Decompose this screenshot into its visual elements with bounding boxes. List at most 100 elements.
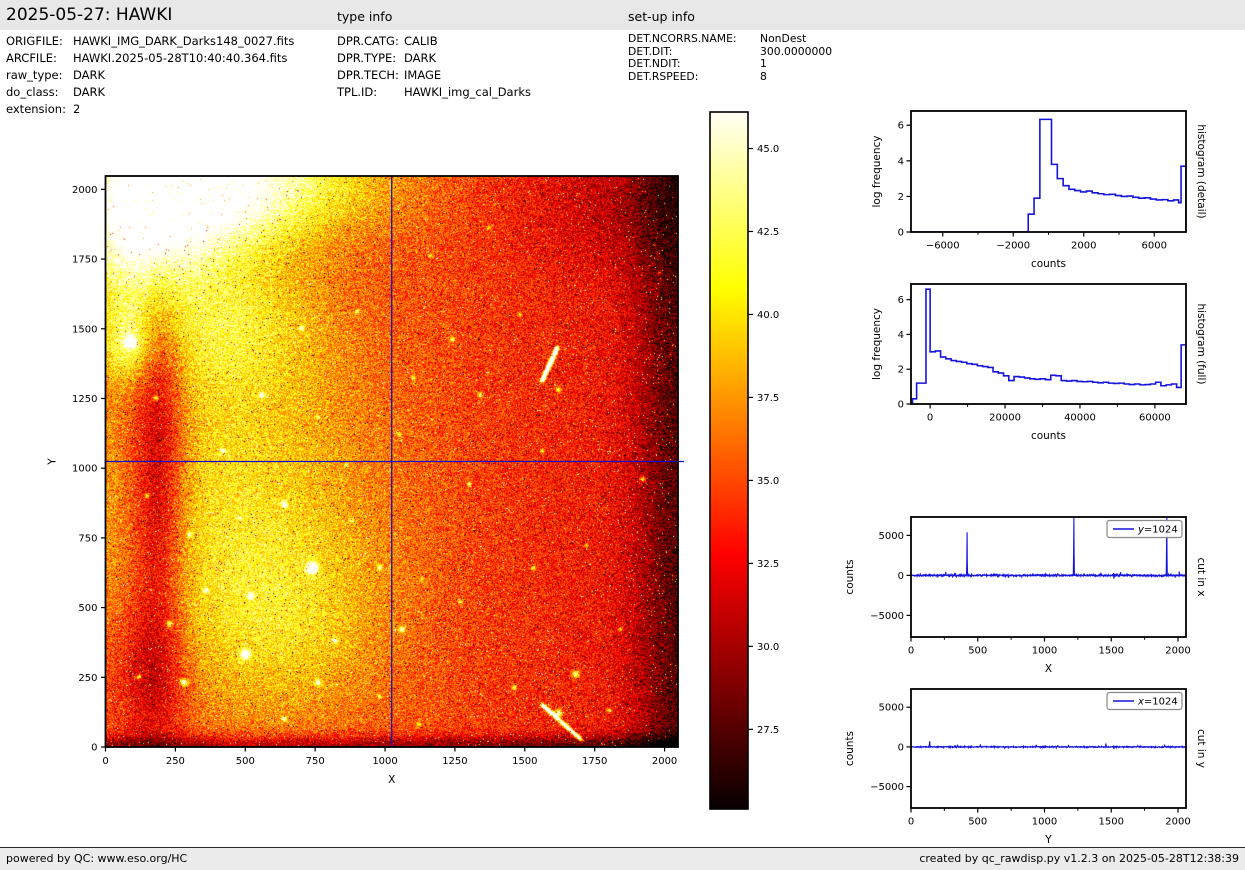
cut-in-x-chart: 0 500 1000 1500 2000 −5000 0 5000 Xcounts cut in … bbox=[844, 516, 1207, 675]
svg-text:1500: 1500 bbox=[1099, 817, 1124, 828]
histogram-full-series bbox=[911, 288, 1186, 404]
svg-text:6: 6 bbox=[898, 295, 904, 306]
info-value: HAWKI.2025-05-28T10:40:40.364.fits bbox=[73, 51, 288, 65]
svg-text:Y: Y bbox=[1044, 834, 1052, 846]
info-value: NonDest bbox=[760, 32, 807, 45]
svg-text:−5000: −5000 bbox=[870, 782, 904, 793]
svg-text:X: X bbox=[388, 774, 395, 786]
svg-text:2000: 2000 bbox=[72, 185, 97, 196]
svg-text:1500: 1500 bbox=[1099, 646, 1124, 657]
svg-text:log frequency: log frequency bbox=[871, 135, 883, 207]
footer-powered-by: powered by QC: www.eso.org/HC bbox=[6, 852, 188, 865]
info-label: DET.RSPEED: bbox=[628, 70, 699, 84]
svg-text:1250: 1250 bbox=[442, 756, 467, 767]
svg-text:40000: 40000 bbox=[1064, 413, 1096, 424]
info-row: TPL.ID: HAWKI_img_cal_Darks bbox=[337, 84, 531, 101]
svg-text:250: 250 bbox=[78, 673, 97, 684]
svg-text:42.5: 42.5 bbox=[757, 227, 779, 238]
svg-text:Y: Y bbox=[47, 458, 59, 466]
info-row: extension: 2 bbox=[6, 101, 294, 118]
svg-text:27.5: 27.5 bbox=[757, 725, 779, 736]
cut-in-x-legend: y=1024 bbox=[1106, 519, 1183, 539]
svg-text:0: 0 bbox=[898, 228, 904, 239]
svg-text:0: 0 bbox=[908, 646, 914, 657]
svg-text:cut in x: cut in x bbox=[1195, 557, 1207, 596]
svg-text:5000: 5000 bbox=[879, 703, 904, 714]
info-row: ARCFILE: HAWKI.2025-05-28T10:40:40.364.fi… bbox=[6, 50, 294, 67]
info-label: ORIGFILE: bbox=[6, 34, 63, 48]
info-label: DPR.TECH: bbox=[337, 68, 399, 82]
info-label: TPL.ID: bbox=[337, 85, 378, 99]
footer-bar: powered by QC: www.eso.org/HC created by… bbox=[0, 847, 1245, 870]
info-label: extension: bbox=[6, 102, 66, 116]
svg-text:−5000: −5000 bbox=[870, 611, 904, 622]
info-label: do_class: bbox=[6, 85, 59, 99]
info-row: DET.NCORRS.NAME: NonDest bbox=[628, 32, 832, 46]
info-value: CALIB bbox=[404, 34, 438, 48]
histogram-detail-chart: −6000 −2000 2000 6000 0 2 4 6 counts log frequenc… bbox=[871, 110, 1207, 270]
svg-text:2000: 2000 bbox=[1165, 646, 1190, 657]
info-row: DPR.CATG: CALIB bbox=[337, 33, 531, 50]
svg-text:counts: counts bbox=[844, 559, 856, 594]
info-value: 8 bbox=[760, 70, 767, 84]
svg-text:1000: 1000 bbox=[72, 464, 97, 475]
file-info-block: ORIGFILE: HAWKI_IMG_DARK_Darks148_0027.fi… bbox=[6, 33, 294, 118]
svg-text:histogram (detail): histogram (detail) bbox=[1195, 124, 1207, 218]
svg-text:750: 750 bbox=[306, 756, 325, 767]
svg-text:0: 0 bbox=[927, 413, 933, 424]
svg-text:500: 500 bbox=[968, 646, 987, 657]
svg-text:20000: 20000 bbox=[989, 413, 1021, 424]
svg-text:37.5: 37.5 bbox=[757, 393, 779, 404]
info-label: DPR.CATG: bbox=[337, 34, 399, 48]
info-label: raw_type: bbox=[6, 68, 63, 82]
setup-info-heading: set-up info bbox=[628, 9, 695, 24]
svg-text:750: 750 bbox=[78, 533, 97, 544]
colorbar bbox=[710, 112, 748, 809]
svg-text:40.0: 40.0 bbox=[757, 310, 779, 321]
svg-text:0: 0 bbox=[102, 756, 108, 767]
svg-text:500: 500 bbox=[78, 603, 97, 614]
svg-text:X: X bbox=[1045, 663, 1052, 675]
svg-text:1000: 1000 bbox=[1032, 817, 1057, 828]
svg-text:0: 0 bbox=[898, 400, 904, 411]
svg-text:250: 250 bbox=[166, 756, 185, 767]
svg-text:0: 0 bbox=[898, 571, 904, 582]
svg-text:counts: counts bbox=[844, 731, 856, 766]
info-row: DPR.TECH: IMAGE bbox=[337, 67, 531, 84]
svg-text:x=1024: x=1024 bbox=[1137, 697, 1178, 708]
svg-text:0: 0 bbox=[91, 743, 97, 754]
histogram-detail-series bbox=[911, 118, 1186, 232]
svg-text:60000: 60000 bbox=[1139, 413, 1171, 424]
info-value: HAWKI_img_cal_Darks bbox=[404, 85, 531, 99]
info-row: DET.RSPEED: 8 bbox=[628, 70, 832, 84]
info-label: ARCFILE: bbox=[6, 51, 57, 65]
svg-text:−2000: −2000 bbox=[996, 241, 1030, 252]
svg-text:1000: 1000 bbox=[1032, 646, 1057, 657]
svg-text:histogram (full): histogram (full) bbox=[1195, 304, 1207, 385]
svg-text:35.0: 35.0 bbox=[757, 476, 779, 487]
svg-text:1500: 1500 bbox=[512, 756, 537, 767]
svg-text:2: 2 bbox=[898, 365, 904, 376]
cut-in-y-series bbox=[911, 741, 1186, 750]
svg-text:1500: 1500 bbox=[72, 324, 97, 335]
info-value: IMAGE bbox=[404, 68, 442, 82]
header-bar: 2025-05-27: HAWKI type info set-up info bbox=[0, 0, 1245, 30]
cut-in-y-chart: 0 500 1000 1500 2000 −5000 0 5000 Ycounts cut in … bbox=[844, 688, 1207, 846]
svg-text:4: 4 bbox=[898, 330, 904, 341]
svg-text:2000: 2000 bbox=[1165, 817, 1190, 828]
svg-text:6000: 6000 bbox=[1142, 241, 1167, 252]
info-row: do_class: DARK bbox=[6, 84, 294, 101]
info-row: ORIGFILE: HAWKI_IMG_DARK_Darks148_0027.fi… bbox=[6, 33, 294, 50]
info-value: 2 bbox=[73, 102, 81, 116]
page-title: 2025-05-27: HAWKI bbox=[6, 5, 173, 25]
histogram-full-chart: 0 20000 40000 60000 0 2 4 6 counts log frequency h… bbox=[871, 283, 1207, 442]
info-value: HAWKI_IMG_DARK_Darks148_0027.fits bbox=[73, 34, 295, 48]
info-value: DARK bbox=[404, 51, 437, 65]
setup-info-block: DET.NCORRS.NAME: NonDest DET.DIT: 300.0000… bbox=[628, 32, 832, 84]
svg-text:2000: 2000 bbox=[652, 756, 677, 767]
info-label: DET.NCORRS.NAME: bbox=[628, 32, 737, 45]
svg-text:1750: 1750 bbox=[582, 756, 607, 767]
svg-text:1250: 1250 bbox=[72, 394, 97, 405]
svg-text:log frequency: log frequency bbox=[871, 308, 883, 380]
svg-text:6: 6 bbox=[898, 121, 904, 132]
